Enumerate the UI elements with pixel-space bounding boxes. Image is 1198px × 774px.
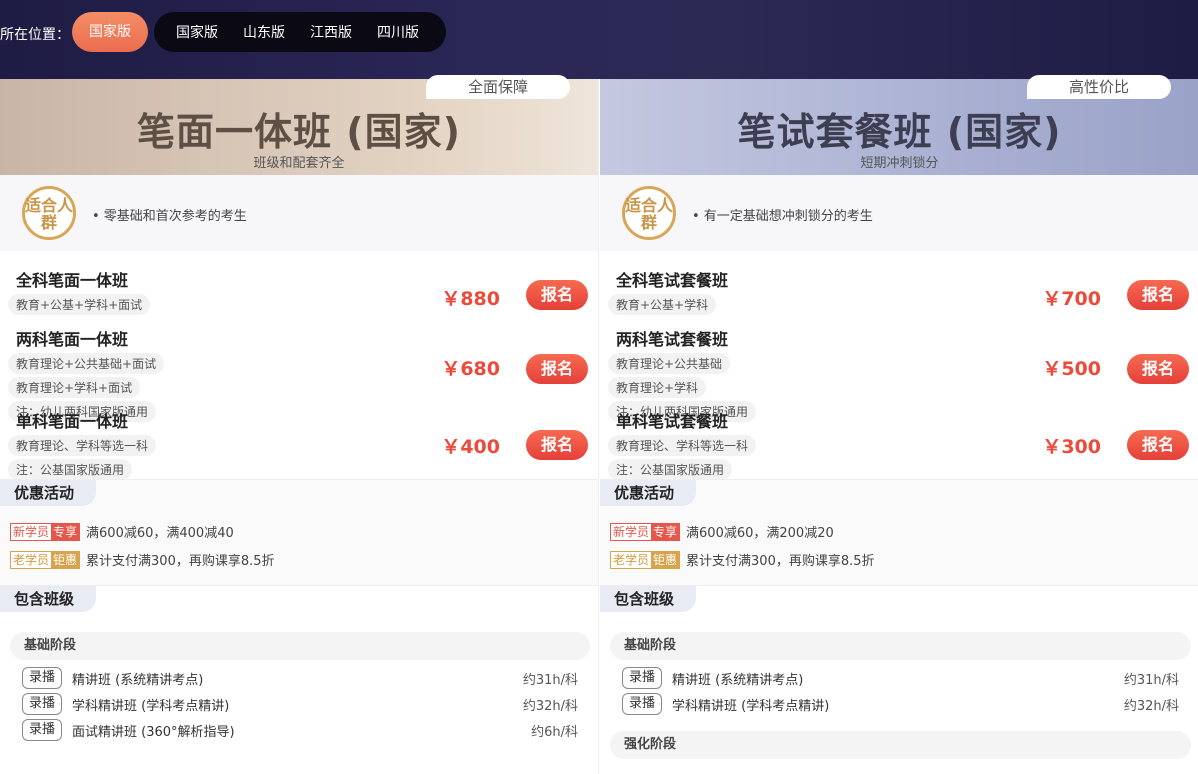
- product-name: 单科笔试套餐班: [616, 412, 729, 431]
- product-chip: 教育理论+公共基础+面试: [8, 353, 165, 374]
- classes-heading: 包含班级: [600, 586, 697, 612]
- classes-section: 包含班级 基础阶段 录播 精讲班 (系统精讲考点) 约31h/科 录播 学科精讲…: [600, 585, 1198, 759]
- promo-line: 老学员 钜惠 累计支付满300，再购课享8.5折: [610, 550, 1198, 569]
- product-row: 全科笔试套餐班 教育+公基+学科 ￥700 报名: [600, 251, 1198, 315]
- product-name: 两科笔面一体班: [16, 330, 129, 349]
- product-chip: 注：公基国家版通用: [8, 459, 133, 480]
- promo-badge: 老学员 钜惠: [10, 550, 81, 569]
- product-price: ￥680: [441, 358, 500, 380]
- product-chip: 教育理论+公共基础: [608, 353, 731, 374]
- audience-badge-icon: 适合人群: [622, 186, 676, 240]
- promo-text: 累计支付满300，再购课享8.5折: [86, 554, 275, 569]
- product-chip: 注：公基国家版通用: [608, 459, 733, 480]
- promo-badge: 新学员 专享: [610, 522, 681, 541]
- package-title: 笔面一体班 (国家): [137, 110, 461, 154]
- package-tag: 高性价比: [1027, 75, 1171, 99]
- package-subtitle: 班级和配套齐全: [253, 156, 345, 171]
- location-option-shandong[interactable]: 山东版: [243, 22, 285, 42]
- promo-text: 累计支付满300，再购课享8.5折: [686, 554, 875, 569]
- course-row: 录播 学科精讲班 (学科考点精讲) 约32h/科: [0, 691, 598, 717]
- course-hours: 约31h/科: [522, 672, 578, 688]
- target-audience: 适合人群 • 零基础和首次参考的考生: [0, 175, 598, 251]
- promo-text: 满600减60，满400减40: [86, 526, 234, 541]
- stage-header: 基础阶段: [10, 632, 590, 660]
- classes-heading: 包含班级: [0, 586, 97, 612]
- course-row: 录播 精讲班 (系统精讲考点) 约31h/科: [600, 665, 1198, 691]
- audience-badge-icon: 适合人群: [22, 186, 76, 240]
- stage-header: 强化阶段: [610, 731, 1191, 759]
- recorded-label: 录播: [22, 667, 62, 689]
- signup-button[interactable]: 报名: [526, 280, 588, 310]
- location-label: 所在位置：: [0, 27, 70, 43]
- product-price: ￥700: [1042, 288, 1101, 310]
- location-options: 国家版 山东版 江西版 四川版: [154, 12, 446, 52]
- product-row: 两科笔试套餐班 教育理论+公共基础 教育理论+学科 注：幼儿两科国家版通用 ￥5…: [600, 311, 1198, 422]
- course-name: 面试精讲班 (360°解析指导): [72, 724, 235, 740]
- product-price: ￥400: [441, 436, 500, 458]
- target-audience: 适合人群 • 有一定基础想冲刺锁分的考生: [600, 175, 1198, 251]
- classes-section: 包含班级 基础阶段 录播 精讲班 (系统精讲考点) 约31h/科 录播 学科精讲…: [0, 585, 598, 743]
- product-name: 两科笔试套餐班: [616, 330, 729, 349]
- location-option-national[interactable]: 国家版: [176, 22, 218, 42]
- product-price: ￥300: [1042, 436, 1101, 458]
- promo-badge: 新学员 专享: [10, 522, 81, 541]
- top-bar: 所在位置： 国家版 国家版 山东版 江西版 四川版: [0, 0, 1198, 79]
- signup-button[interactable]: 报名: [1127, 354, 1189, 384]
- promo-section: 优惠活动 新学员 专享 满600减60，满200减20 老学员 钜惠 累计支付满30…: [600, 479, 1198, 585]
- signup-button[interactable]: 报名: [1127, 430, 1189, 460]
- product-chip: 教育理论、学科等选一科: [608, 435, 757, 456]
- package-tag: 全面保障: [426, 75, 570, 99]
- stage-header: 基础阶段: [610, 632, 1191, 660]
- promo-text: 满600减60，满200减20: [686, 526, 834, 541]
- promo-line: 新学员 专享 满600减60，满400减40: [10, 522, 598, 541]
- location-option-sichuan[interactable]: 四川版: [377, 22, 419, 42]
- signup-button[interactable]: 报名: [526, 354, 588, 384]
- promo-line: 新学员 专享 满600减60，满200减20: [610, 522, 1198, 541]
- course-row: 录播 精讲班 (系统精讲考点) 约31h/科: [0, 665, 598, 691]
- promo-section: 优惠活动 新学员 专享 满600减60，满400减40 老学员 钜惠 累计支付满30…: [0, 479, 598, 585]
- product-row: 全科笔面一体班 教育+公基+学科+面试 ￥880 报名: [0, 251, 598, 315]
- product-chip: 教育理论+学科: [608, 377, 707, 398]
- product-chip: 教育理论、学科等选一科: [8, 435, 157, 456]
- signup-button[interactable]: 报名: [1127, 280, 1189, 310]
- package-column-left: 全面保障 笔面一体班 (国家) 班级和配套齐全 适合人群 • 零基础和首次参考的…: [0, 75, 599, 774]
- recorded-label: 录播: [22, 719, 62, 741]
- product-price: ￥880: [441, 288, 500, 310]
- current-location-button[interactable]: 国家版: [72, 12, 148, 52]
- product-chip: 教育理论+学科+面试: [8, 377, 141, 398]
- course-hours: 约32h/科: [1123, 698, 1179, 714]
- course-row: 录播 面试精讲班 (360°解析指导) 约6h/科: [0, 717, 598, 743]
- target-text: • 零基础和首次参考的考生: [92, 209, 247, 224]
- promo-heading: 优惠活动: [600, 480, 697, 506]
- course-hours: 约32h/科: [522, 698, 578, 714]
- package-subtitle: 短期冲刺锁分: [860, 156, 939, 171]
- recorded-label: 录播: [22, 693, 62, 715]
- recorded-label: 录播: [622, 693, 662, 715]
- course-name: 学科精讲班 (学科考点精讲): [72, 698, 230, 714]
- course-name: 精讲班 (系统精讲考点): [672, 672, 804, 688]
- product-row: 两科笔面一体班 教育理论+公共基础+面试 教育理论+学科+面试 注：幼儿两科国家…: [0, 311, 598, 422]
- promo-heading: 优惠活动: [0, 480, 97, 506]
- product-row: 单科笔试套餐班 教育理论、学科等选一科 注：公基国家版通用 ￥300 报名: [600, 408, 1198, 480]
- course-name: 精讲班 (系统精讲考点): [72, 672, 204, 688]
- product-name: 全科笔面一体班: [16, 271, 129, 290]
- target-text: • 有一定基础想冲刺锁分的考生: [692, 209, 873, 224]
- recorded-label: 录播: [622, 667, 662, 689]
- course-hours: 约6h/科: [531, 724, 578, 740]
- course-hours: 约31h/科: [1123, 672, 1179, 688]
- promo-badge: 老学员 钜惠: [610, 550, 681, 569]
- location-option-jiangxi[interactable]: 江西版: [310, 22, 352, 42]
- course-row: 录播 学科精讲班 (学科考点精讲) 约32h/科: [600, 691, 1198, 717]
- product-name: 单科笔面一体班: [16, 412, 129, 431]
- course-name: 学科精讲班 (学科考点精讲): [672, 698, 830, 714]
- product-name: 全科笔试套餐班: [616, 271, 729, 290]
- package-hero: 全面保障 笔面一体班 (国家) 班级和配套齐全: [0, 75, 598, 175]
- promo-line: 老学员 钜惠 累计支付满300，再购课享8.5折: [10, 550, 598, 569]
- product-price: ￥500: [1042, 358, 1101, 380]
- product-row: 单科笔面一体班 教育理论、学科等选一科 注：公基国家版通用 ￥400 报名: [0, 408, 598, 480]
- package-column-right: 高性价比 笔试套餐班 (国家) 短期冲刺锁分 适合人群 • 有一定基础想冲刺锁分…: [600, 75, 1198, 774]
- package-title: 笔试套餐班 (国家): [737, 110, 1062, 154]
- signup-button[interactable]: 报名: [526, 430, 588, 460]
- package-hero: 高性价比 笔试套餐班 (国家) 短期冲刺锁分: [600, 75, 1198, 175]
